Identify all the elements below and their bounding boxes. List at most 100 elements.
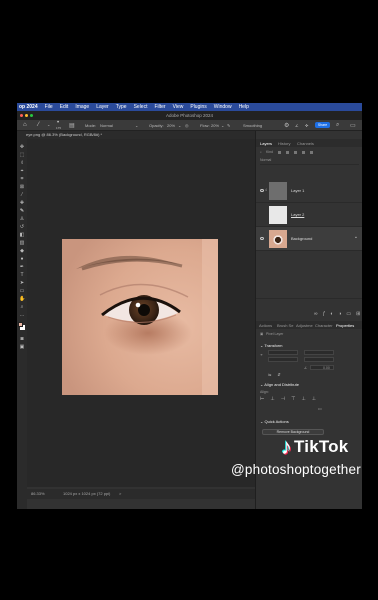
type-tool-icon[interactable]: T (19, 273, 25, 278)
quick-actions-section-title[interactable]: ⌄ Quick Actions (260, 419, 289, 424)
more-options-icon[interactable]: ••• (318, 407, 322, 411)
move-tool-icon[interactable]: ✥ (19, 145, 25, 150)
lasso-tool-icon[interactable]: ℓ (19, 161, 25, 166)
filter-type-icon[interactable] (294, 151, 297, 154)
tab-history[interactable]: History (278, 141, 290, 146)
frame-tool-icon[interactable]: ⊠ (19, 185, 25, 190)
menu-image[interactable]: Image (75, 104, 89, 110)
brush-tool-active-icon[interactable]: ✎ (19, 209, 25, 214)
x-position-field[interactable] (304, 350, 334, 355)
tab-actions[interactable]: Actions (259, 323, 272, 328)
menu-type[interactable]: Type (116, 104, 127, 110)
filter-search-icon[interactable]: ⌕ (260, 150, 262, 154)
remove-background-button[interactable]: Remove Background (262, 429, 324, 435)
layer-filter-kind[interactable]: Kind (266, 150, 273, 154)
tab-layers[interactable]: Layers (260, 141, 272, 146)
align-center-h-icon[interactable]: ⊥ (270, 396, 274, 402)
brush-settings-icon[interactable]: ▤ (69, 122, 75, 129)
menu-plugins[interactable]: Plugins (190, 104, 206, 110)
crop-tool-icon[interactable]: ⌗ (19, 177, 25, 182)
layer-row-layer-1[interactable]: 4 Layer 1 (256, 179, 362, 203)
tab-brush-settings[interactable]: Brush Se (277, 323, 293, 328)
healing-brush-tool-icon[interactable]: ✚ (19, 201, 25, 206)
height-field[interactable] (268, 357, 298, 362)
y-position-field[interactable] (304, 357, 334, 362)
canvas-image[interactable] (62, 239, 218, 395)
width-field[interactable] (268, 350, 298, 355)
blend-mode-select[interactable]: Normal (260, 158, 271, 162)
symmetry-icon[interactable]: ✜ (305, 123, 308, 128)
align-right-icon[interactable]: ⊣ (281, 396, 285, 402)
zoom-window-button[interactable] (30, 114, 33, 117)
close-window-button[interactable] (20, 114, 23, 117)
layer-row-background[interactable]: Background 🔒︎ (256, 227, 362, 251)
document-tab[interactable]: eye.png @ 86.3% (Background, RGB/8#) * (23, 131, 259, 139)
group-icon[interactable]: ▭ (346, 311, 351, 317)
align-top-icon[interactable]: ⊤ (291, 396, 295, 402)
filter-shape-icon[interactable] (302, 151, 305, 154)
brush-dropdown-icon[interactable]: ⌄ (47, 122, 50, 127)
adjustment-layer-icon[interactable]: ◑ (338, 311, 341, 317)
menu-select[interactable]: Select (134, 104, 148, 110)
pen-tool-icon[interactable]: ✒ (19, 265, 25, 270)
align-left-icon[interactable]: ⊢ (260, 396, 264, 402)
more-tools-icon[interactable]: … (19, 313, 25, 318)
clone-stamp-tool-icon[interactable]: ♙ (19, 217, 25, 222)
app-menu[interactable]: op 2024 (19, 104, 38, 110)
status-arrow-icon[interactable]: > (119, 489, 121, 499)
filter-adjustment-icon[interactable] (286, 151, 289, 154)
object-selection-tool-icon[interactable]: ⌖ (19, 169, 25, 174)
mode-select[interactable]: Normal (100, 123, 113, 128)
align-middle-v-icon[interactable]: ⊥ (301, 396, 305, 402)
flow-value[interactable]: 20% (211, 123, 219, 128)
flip-horizontal-icon[interactable]: ⇋ (268, 372, 271, 377)
layer-name[interactable]: Background (291, 236, 312, 241)
add-mask-icon[interactable]: ◐ (330, 311, 333, 317)
path-selection-tool-icon[interactable]: ➤ (19, 281, 25, 286)
tab-properties[interactable]: Properties (336, 323, 354, 328)
share-button[interactable]: Share (315, 122, 330, 128)
zoom-level[interactable]: 86.33% (31, 489, 45, 499)
menu-file[interactable]: File (45, 104, 53, 110)
menu-help[interactable]: Help (239, 104, 249, 110)
pressure-opacity-icon[interactable]: ◎ (185, 123, 189, 128)
filter-pixel-icon[interactable] (278, 151, 281, 154)
home-icon[interactable]: ⌂ (23, 122, 27, 128)
history-brush-tool-icon[interactable]: ↺ (19, 225, 25, 230)
link-dimensions-icon[interactable]: ⚭ (260, 353, 263, 357)
flip-vertical-icon[interactable]: ⇵ (277, 372, 280, 377)
new-layer-icon[interactable]: ⊞ (356, 311, 360, 317)
zoom-tool-icon[interactable]: ⌕ (19, 305, 25, 310)
workspace-icon[interactable]: ▭ (350, 122, 356, 129)
layer-name[interactable]: Layer 2 (291, 212, 304, 217)
angle-field[interactable] (310, 365, 334, 370)
layer-row[interactable] (256, 275, 362, 299)
screen-mode-icon[interactable]: ▣ (19, 345, 25, 350)
tab-adjustments[interactable]: Adjustme (296, 323, 313, 328)
menu-view[interactable]: View (173, 104, 184, 110)
visibility-eye-icon[interactable] (260, 189, 264, 192)
menu-edit[interactable]: Edit (60, 104, 69, 110)
eraser-tool-icon[interactable]: ◧ (19, 233, 25, 238)
visibility-eye-icon[interactable] (260, 237, 264, 240)
flow-chevron-icon[interactable]: ⌄ (221, 123, 224, 128)
transform-section-title[interactable]: ⌄ Transform (260, 343, 282, 348)
opacity-value[interactable]: 20% (167, 123, 175, 128)
menu-layer[interactable]: Layer (96, 104, 109, 110)
settings-gear-icon[interactable]: ⚙ (284, 122, 289, 129)
align-bottom-icon[interactable]: ⊥ (312, 396, 316, 402)
dodge-tool-icon[interactable]: ● (19, 257, 25, 262)
blur-tool-icon[interactable]: ◆ (19, 249, 25, 254)
tab-character[interactable]: Character (315, 323, 333, 328)
eyedropper-tool-icon[interactable]: ⁄ (19, 193, 25, 198)
align-section-title[interactable]: ⌄ Align and Distribute (260, 382, 299, 387)
filter-smart-object-icon[interactable] (310, 151, 313, 154)
airbrush-icon[interactable]: ✎ (227, 123, 230, 128)
quick-mask-icon[interactable]: ◙ (19, 337, 25, 342)
marquee-tool-icon[interactable]: ⬚ (19, 153, 25, 158)
layer-style-icon[interactable]: ƒ (323, 311, 326, 317)
foreground-color-swatch[interactable] (18, 322, 23, 327)
brush-tool-icon[interactable]: ⁄ (38, 122, 39, 128)
minimize-window-button[interactable] (25, 114, 28, 117)
lock-icon[interactable]: 🔒︎ (355, 235, 357, 239)
